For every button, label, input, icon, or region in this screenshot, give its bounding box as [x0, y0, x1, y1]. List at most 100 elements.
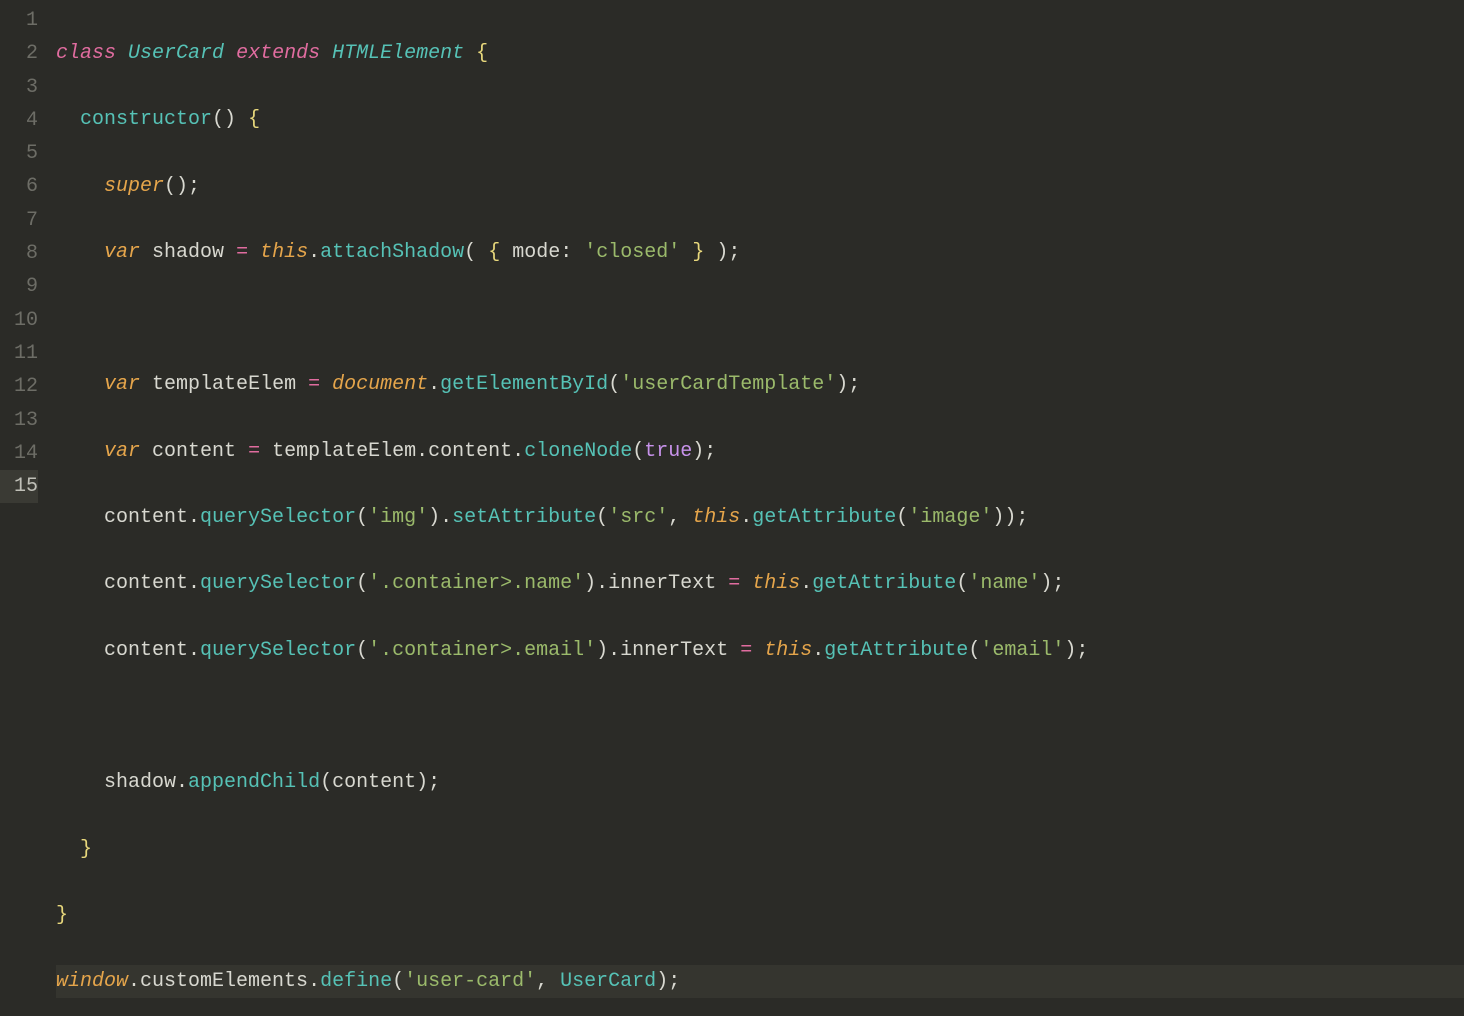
document: document — [332, 373, 428, 396]
line-number: 6 — [0, 170, 38, 203]
dot: . — [440, 506, 452, 529]
paren-close: )) — [992, 506, 1016, 529]
ident-templateelem: templateElem — [152, 373, 296, 396]
line-number: 12 — [0, 370, 38, 403]
dot: . — [608, 639, 620, 662]
code-line[interactable]: var content = templateElem.content.clone… — [56, 435, 1464, 468]
code-area[interactable]: class UserCard extends HTMLElement { con… — [56, 0, 1464, 508]
dot: . — [308, 970, 320, 993]
code-line[interactable] — [56, 302, 1464, 335]
paren-close: ) — [584, 572, 596, 595]
paren-close: ) — [428, 506, 440, 529]
code-line[interactable]: shadow.appendChild(content); — [56, 766, 1464, 799]
code-line[interactable]: window.customElements.define('user-card'… — [56, 965, 1464, 998]
const-true: true — [644, 440, 692, 463]
code-line[interactable]: content. querySelector('.container>.name'… — [56, 567, 1464, 600]
string-src: 'src' — [608, 506, 668, 529]
dot: . — [812, 639, 824, 662]
code-line[interactable]: content.querySelector('.container>.email… — [56, 634, 1464, 667]
keyword-var: var — [104, 241, 140, 264]
dot: . — [128, 970, 140, 993]
code-line[interactable]: class UserCard extends HTMLElement { — [56, 37, 1464, 70]
this: this — [752, 572, 800, 595]
keyword-var: var — [104, 440, 140, 463]
method-define: define — [320, 970, 392, 993]
line-number: 8 — [0, 237, 38, 270]
string-usercardtemplate: 'userCardTemplate' — [620, 373, 836, 396]
paren-open: ( — [320, 771, 332, 794]
this: this — [692, 506, 740, 529]
code-line[interactable]: var shadow = this.attachShadow( { mode: … — [56, 236, 1464, 269]
line-number: 2 — [0, 37, 38, 70]
string-user-card: 'user-card' — [404, 970, 536, 993]
code-line[interactable]: } — [56, 899, 1464, 932]
prop-customelements: customElements — [140, 970, 308, 993]
dot: . — [188, 639, 200, 662]
string-image: 'image' — [908, 506, 992, 529]
dot: . — [416, 440, 428, 463]
comma: , — [668, 506, 680, 529]
ident-content: content — [104, 506, 188, 529]
ident-content: content — [104, 572, 188, 595]
paren-close: ) — [836, 373, 848, 396]
semicolon: ; — [428, 771, 440, 794]
line-number: 10 — [0, 304, 38, 337]
dot: . — [800, 572, 812, 595]
paren-close: ) — [1064, 639, 1076, 662]
paren-open: ( — [896, 506, 908, 529]
method-getattribute: getAttribute — [812, 572, 956, 595]
ident-content: content — [152, 440, 236, 463]
brace-open: { — [476, 42, 488, 65]
code-line[interactable]: } — [56, 833, 1464, 866]
line-number: 3 — [0, 71, 38, 104]
paren-open: ( — [968, 639, 980, 662]
paren-open: ( — [356, 572, 368, 595]
ident-shadow: shadow — [104, 771, 176, 794]
paren-open: ( — [632, 440, 644, 463]
semicolon: ; — [668, 970, 680, 993]
constructor: constructor — [80, 108, 212, 131]
string-container-name: '.container>.name' — [368, 572, 584, 595]
method-appendchild: appendChild — [188, 771, 320, 794]
method-queryselector: querySelector — [200, 572, 356, 595]
line-number: 14 — [0, 437, 38, 470]
line-number: 13 — [0, 404, 38, 437]
string-container-email: '.container>.email' — [368, 639, 596, 662]
code-line[interactable]: super(); — [56, 170, 1464, 203]
dot: . — [596, 572, 608, 595]
line-number: 5 — [0, 137, 38, 170]
code-editor[interactable]: 1 2 3 4 5 6 7 8 9 10 11 12 13 14 15 clas… — [0, 0, 1464, 508]
dot: . — [740, 506, 752, 529]
string-name: 'name' — [968, 572, 1040, 595]
code-line[interactable]: var templateElem = document.getElementBy… — [56, 368, 1464, 401]
parens: () — [164, 175, 188, 198]
line-number: 1 — [0, 4, 38, 37]
string-closed: 'closed' — [584, 241, 680, 264]
method-getelementbyid: getElementById — [440, 373, 608, 396]
semicolon: ; — [1052, 572, 1064, 595]
paren-close: ) — [416, 771, 428, 794]
code-line[interactable]: constructor() { — [56, 103, 1464, 136]
line-number: 7 — [0, 204, 38, 237]
semicolon: ; — [1016, 506, 1028, 529]
type-usercard: UserCard — [560, 970, 656, 993]
line-number-gutter: 1 2 3 4 5 6 7 8 9 10 11 12 13 14 15 — [0, 0, 56, 508]
paren-open: ( — [356, 639, 368, 662]
keyword-var: var — [104, 373, 140, 396]
code-line[interactable]: content.querySelector('img').setAttribut… — [56, 501, 1464, 534]
key-mode: mode — [512, 241, 560, 264]
dot: . — [176, 771, 188, 794]
semicolon: ; — [188, 175, 200, 198]
code-line[interactable] — [56, 700, 1464, 733]
prop-innertext: innerText — [620, 639, 728, 662]
semicolon: ; — [728, 241, 740, 264]
method-queryselector: querySelector — [200, 639, 356, 662]
ident-shadow: shadow — [152, 241, 224, 264]
ident-content: content — [332, 771, 416, 794]
method-clonenode: cloneNode — [524, 440, 632, 463]
equals: = — [236, 241, 248, 264]
prop-content: content — [428, 440, 512, 463]
brace-close: } — [692, 241, 704, 264]
semicolon: ; — [1076, 639, 1088, 662]
dot: . — [428, 373, 440, 396]
